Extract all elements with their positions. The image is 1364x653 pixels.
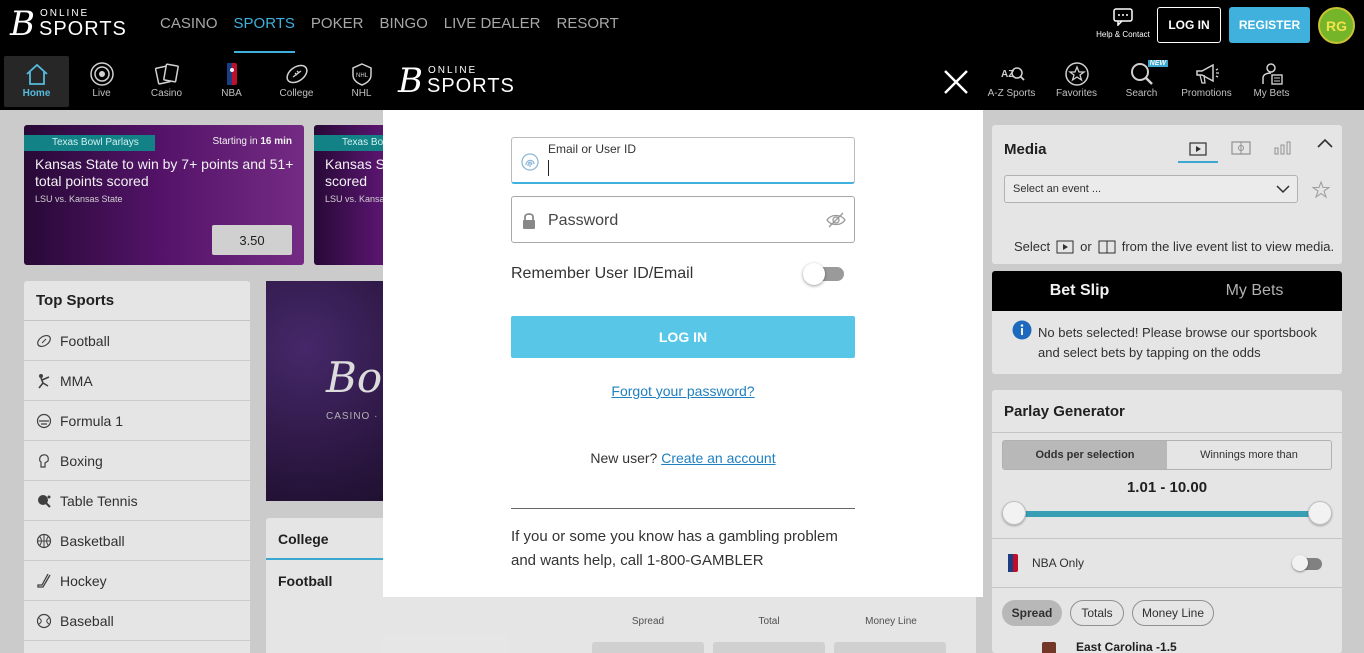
divider — [511, 508, 855, 509]
topnav-sports[interactable]: SPORTS — [233, 0, 296, 53]
create-account-link[interactable]: Create an account — [661, 450, 775, 466]
new-user-label: New user? — [590, 450, 658, 466]
topnav-bingo[interactable]: BINGO — [379, 0, 427, 53]
topnav-casino[interactable]: CASINO — [160, 0, 218, 53]
responsible-gaming-badge[interactable]: RG — [1318, 7, 1355, 44]
brand-mark: B — [398, 61, 423, 101]
topnav-live-dealer[interactable]: LIVE DEALER — [444, 0, 541, 53]
topnav-poker[interactable]: POKER — [311, 0, 364, 53]
brand-sports: SPORTS — [427, 75, 515, 97]
close-icon[interactable] — [941, 67, 971, 97]
login-modal: B ONLINE SPORTS Email or User ID Passwor… — [383, 53, 983, 597]
brand-logo[interactable]: B ONLINE SPORTS — [10, 7, 127, 41]
hide-password-icon[interactable] — [826, 210, 846, 230]
email-field[interactable]: Email or User ID — [511, 137, 855, 184]
help-label: Help & Contact — [1096, 30, 1150, 39]
topnav-resort[interactable]: RESORT — [557, 0, 619, 53]
forgot-password-link[interactable]: Forgot your password? — [383, 383, 983, 399]
register-button[interactable]: REGISTER — [1229, 7, 1310, 43]
new-user-line: New user? Create an account — [383, 450, 983, 466]
fingerprint-icon — [521, 153, 539, 171]
lock-icon — [523, 213, 535, 229]
header-login-button[interactable]: LOG IN — [1157, 7, 1221, 43]
top-bar: B ONLINE SPORTS CASINO SPORTS POKER BING… — [0, 0, 1364, 53]
text-cursor — [548, 160, 549, 176]
top-nav: CASINO SPORTS POKER BINGO LIVE DEALER RE… — [160, 0, 635, 53]
gambling-help-text: If you or some you know has a gambling p… — [511, 528, 838, 569]
help-contact-link[interactable]: Help & Contact — [1093, 8, 1153, 39]
chat-icon — [1113, 8, 1133, 26]
password-field[interactable]: Password — [511, 196, 855, 243]
password-label: Password — [548, 212, 619, 229]
brand-sports: SPORTS — [39, 18, 127, 40]
remember-label: Remember User ID/Email — [511, 265, 694, 282]
modal-brand-logo: B ONLINE SPORTS — [398, 64, 515, 98]
modal-login-button[interactable]: LOG IN — [511, 316, 855, 358]
email-label: Email or User ID — [548, 142, 637, 156]
brand-mark: B — [10, 4, 35, 44]
remember-toggle[interactable] — [803, 263, 844, 285]
modal-header: B ONLINE SPORTS — [383, 53, 983, 110]
